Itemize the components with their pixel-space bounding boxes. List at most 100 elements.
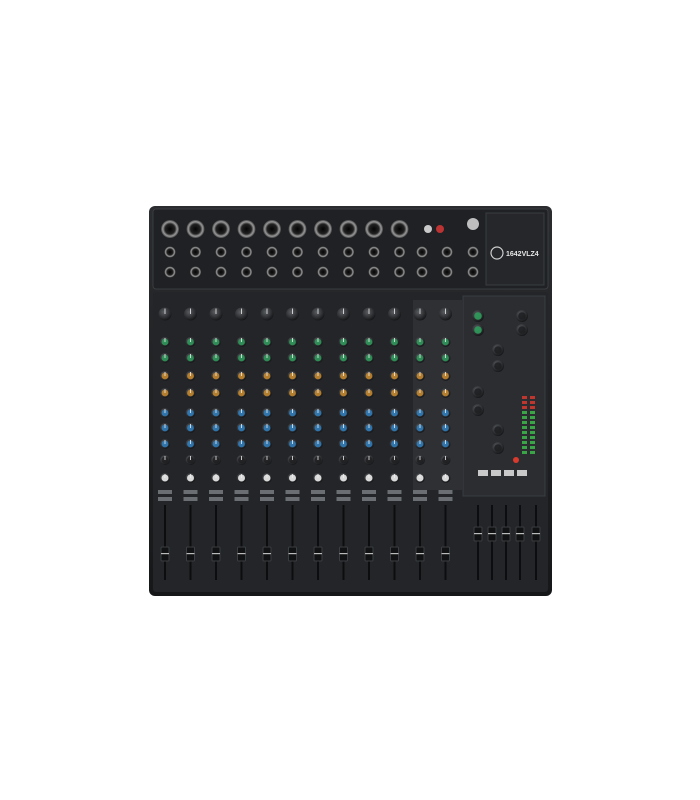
- insert-jack: [241, 266, 252, 278]
- mute-button: [158, 490, 172, 494]
- mute-button: [336, 490, 351, 494]
- fader-line: [186, 553, 195, 555]
- meter-led: [530, 451, 535, 454]
- xlr-jack: [186, 220, 205, 238]
- meter-led: [522, 401, 527, 404]
- fader-slot: [164, 505, 166, 580]
- fader-slot: [505, 505, 507, 580]
- line-jack: [266, 246, 278, 258]
- insert-jack: [215, 266, 227, 278]
- fader-slot: [535, 505, 537, 580]
- xlr-jack: [212, 220, 230, 238]
- solo-button: [285, 497, 300, 501]
- line-jack: [416, 266, 428, 278]
- knob-cap: [494, 426, 502, 434]
- meter-led: [522, 411, 527, 414]
- xlr-jack: [288, 220, 307, 238]
- fader-slot: [215, 505, 217, 580]
- fader-line: [488, 533, 496, 535]
- line-jack: [164, 246, 176, 258]
- line-jack: [215, 246, 227, 258]
- mute-button: [311, 490, 325, 494]
- mute-button: [362, 490, 376, 494]
- fader-line: [212, 553, 220, 555]
- line-jack: [292, 246, 303, 258]
- fader-slot: [444, 505, 447, 580]
- fader-slot: [317, 505, 319, 580]
- fader-slot: [419, 505, 421, 580]
- line-jack: [317, 246, 329, 258]
- fader-slot: [189, 505, 192, 580]
- power-switch: [467, 218, 479, 230]
- fader-slot: [266, 505, 268, 580]
- phones-jack: [467, 266, 479, 278]
- meter-led: [530, 441, 535, 444]
- insert-jack: [164, 266, 176, 278]
- solo-button: [209, 497, 223, 501]
- fader-line: [502, 533, 510, 535]
- assign-button: [504, 470, 514, 476]
- fader-line: [314, 553, 322, 555]
- line-jack: [416, 246, 428, 258]
- meter-led: [522, 431, 527, 434]
- mute-button: [413, 490, 427, 494]
- meter-led: [522, 421, 527, 424]
- fader-line: [474, 533, 482, 535]
- knob-cap: [474, 388, 482, 396]
- meter-led: [522, 441, 527, 444]
- insert-jack: [343, 266, 354, 278]
- solo-button: [438, 497, 453, 501]
- fader-line: [237, 553, 246, 555]
- rca-jack: [436, 225, 444, 233]
- model-label: 1642VLZ4: [506, 251, 539, 258]
- fader-line: [516, 533, 524, 535]
- meter-led: [530, 446, 535, 449]
- meter-led: [522, 396, 527, 399]
- knob-cap: [474, 326, 482, 334]
- solo-button: [362, 497, 376, 501]
- fader-line: [390, 553, 399, 555]
- phones-jack: [467, 246, 479, 258]
- insert-jack: [190, 266, 201, 278]
- assign-button: [517, 470, 527, 476]
- meter-led: [530, 421, 535, 424]
- fader-slot: [491, 505, 493, 580]
- mixer-photo: 1642VLZ4: [149, 206, 552, 596]
- xlr-jack: [390, 220, 409, 238]
- mute-button: [260, 490, 274, 494]
- meter-led: [530, 436, 535, 439]
- insert-jack: [368, 266, 380, 278]
- meter-led: [522, 406, 527, 409]
- assign-button: [478, 470, 488, 476]
- solo-button: [183, 497, 198, 501]
- insert-jack: [266, 266, 278, 278]
- line-jack: [441, 266, 453, 278]
- solo-button: [311, 497, 325, 501]
- insert-jack: [394, 266, 405, 278]
- knob-cap: [494, 362, 502, 370]
- knob-cap: [474, 406, 482, 414]
- xlr-jack: [263, 220, 281, 238]
- line-jack: [241, 246, 252, 258]
- solo-button: [336, 497, 351, 501]
- solo-button: [413, 497, 427, 501]
- fader-slot: [291, 505, 294, 580]
- model-plate: [485, 212, 545, 286]
- meter-led: [530, 406, 535, 409]
- mute-button: [285, 490, 300, 494]
- line-jack: [394, 246, 405, 258]
- knob-cap: [518, 326, 526, 334]
- meter-led: [530, 396, 535, 399]
- line-jack: [368, 246, 380, 258]
- solo-button: [387, 497, 402, 501]
- insert-jack: [292, 266, 303, 278]
- solo-button: [158, 497, 172, 501]
- line-jack: [441, 246, 453, 258]
- fader-slot: [368, 505, 370, 580]
- mute-button: [234, 490, 249, 494]
- meter-led: [522, 416, 527, 419]
- fader-line: [339, 553, 348, 555]
- meter-led: [522, 436, 527, 439]
- xlr-jack: [314, 220, 332, 238]
- knob-cap: [474, 312, 482, 320]
